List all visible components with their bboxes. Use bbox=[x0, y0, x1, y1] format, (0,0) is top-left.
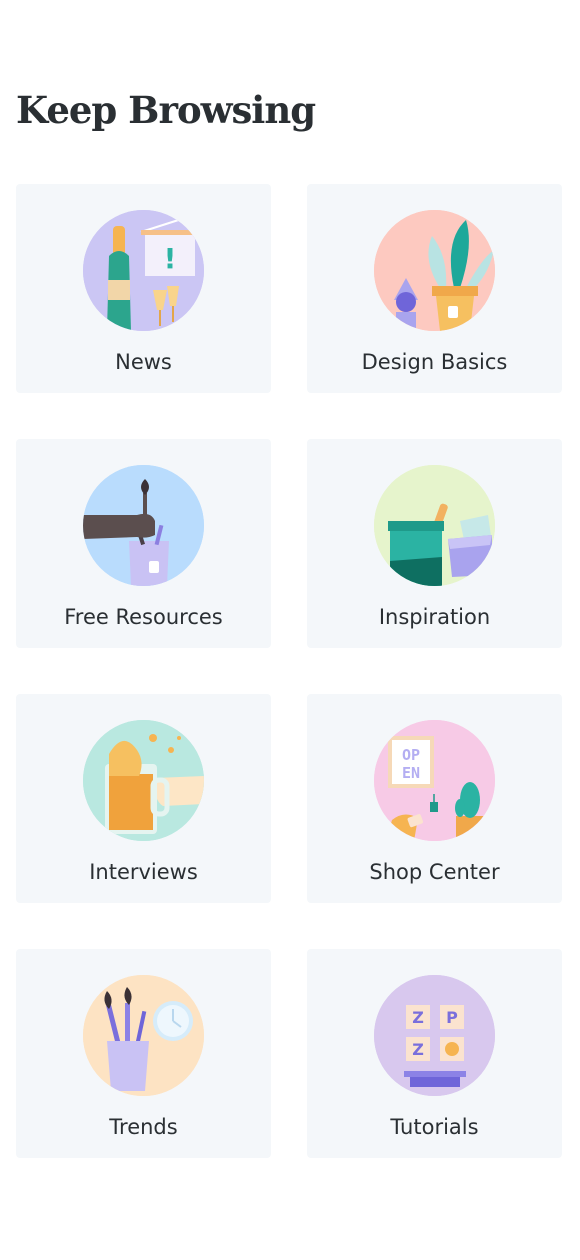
svg-text:OP: OP bbox=[402, 746, 420, 764]
card-shop-center[interactable]: OP EN Shop Center bbox=[307, 694, 562, 903]
card-label: Free Resources bbox=[64, 605, 223, 629]
hand-paintbrush-icon bbox=[83, 465, 204, 586]
card-label: Interviews bbox=[89, 860, 198, 884]
card-label: Trends bbox=[109, 1115, 178, 1139]
card-inspiration[interactable]: Inspiration bbox=[307, 439, 562, 648]
beer-mug-toast-icon bbox=[83, 720, 204, 841]
card-label: Tutorials bbox=[390, 1115, 479, 1139]
card-label: Design Basics bbox=[361, 350, 508, 374]
browse-grid: ! News Design Basics Free Resources Insp… bbox=[16, 184, 562, 1158]
letter-blocks-icon: Z P Z bbox=[374, 975, 495, 1096]
svg-text:P: P bbox=[446, 1008, 458, 1027]
card-label: News bbox=[115, 350, 172, 374]
svg-text:!: ! bbox=[164, 242, 177, 275]
svg-text:EN: EN bbox=[402, 764, 420, 782]
champagne-announcement-icon: ! bbox=[83, 210, 204, 331]
card-tutorials[interactable]: Z P Z Tutorials bbox=[307, 949, 562, 1158]
brushes-clock-icon bbox=[83, 975, 204, 1096]
paint-bucket-icon bbox=[374, 465, 495, 586]
card-label: Shop Center bbox=[369, 860, 500, 884]
card-design-basics[interactable]: Design Basics bbox=[307, 184, 562, 393]
open-sign-cactus-icon: OP EN bbox=[374, 720, 495, 841]
card-label: Inspiration bbox=[378, 605, 491, 629]
page-title: Keep Browsing bbox=[16, 88, 316, 132]
plant-pot-shapes-icon bbox=[374, 210, 495, 331]
card-news[interactable]: ! News bbox=[16, 184, 271, 393]
card-interviews[interactable]: Interviews bbox=[16, 694, 271, 903]
svg-text:Z: Z bbox=[412, 1040, 424, 1059]
card-trends[interactable]: Trends bbox=[16, 949, 271, 1158]
svg-text:Z: Z bbox=[412, 1008, 424, 1027]
card-free-resources[interactable]: Free Resources bbox=[16, 439, 271, 648]
